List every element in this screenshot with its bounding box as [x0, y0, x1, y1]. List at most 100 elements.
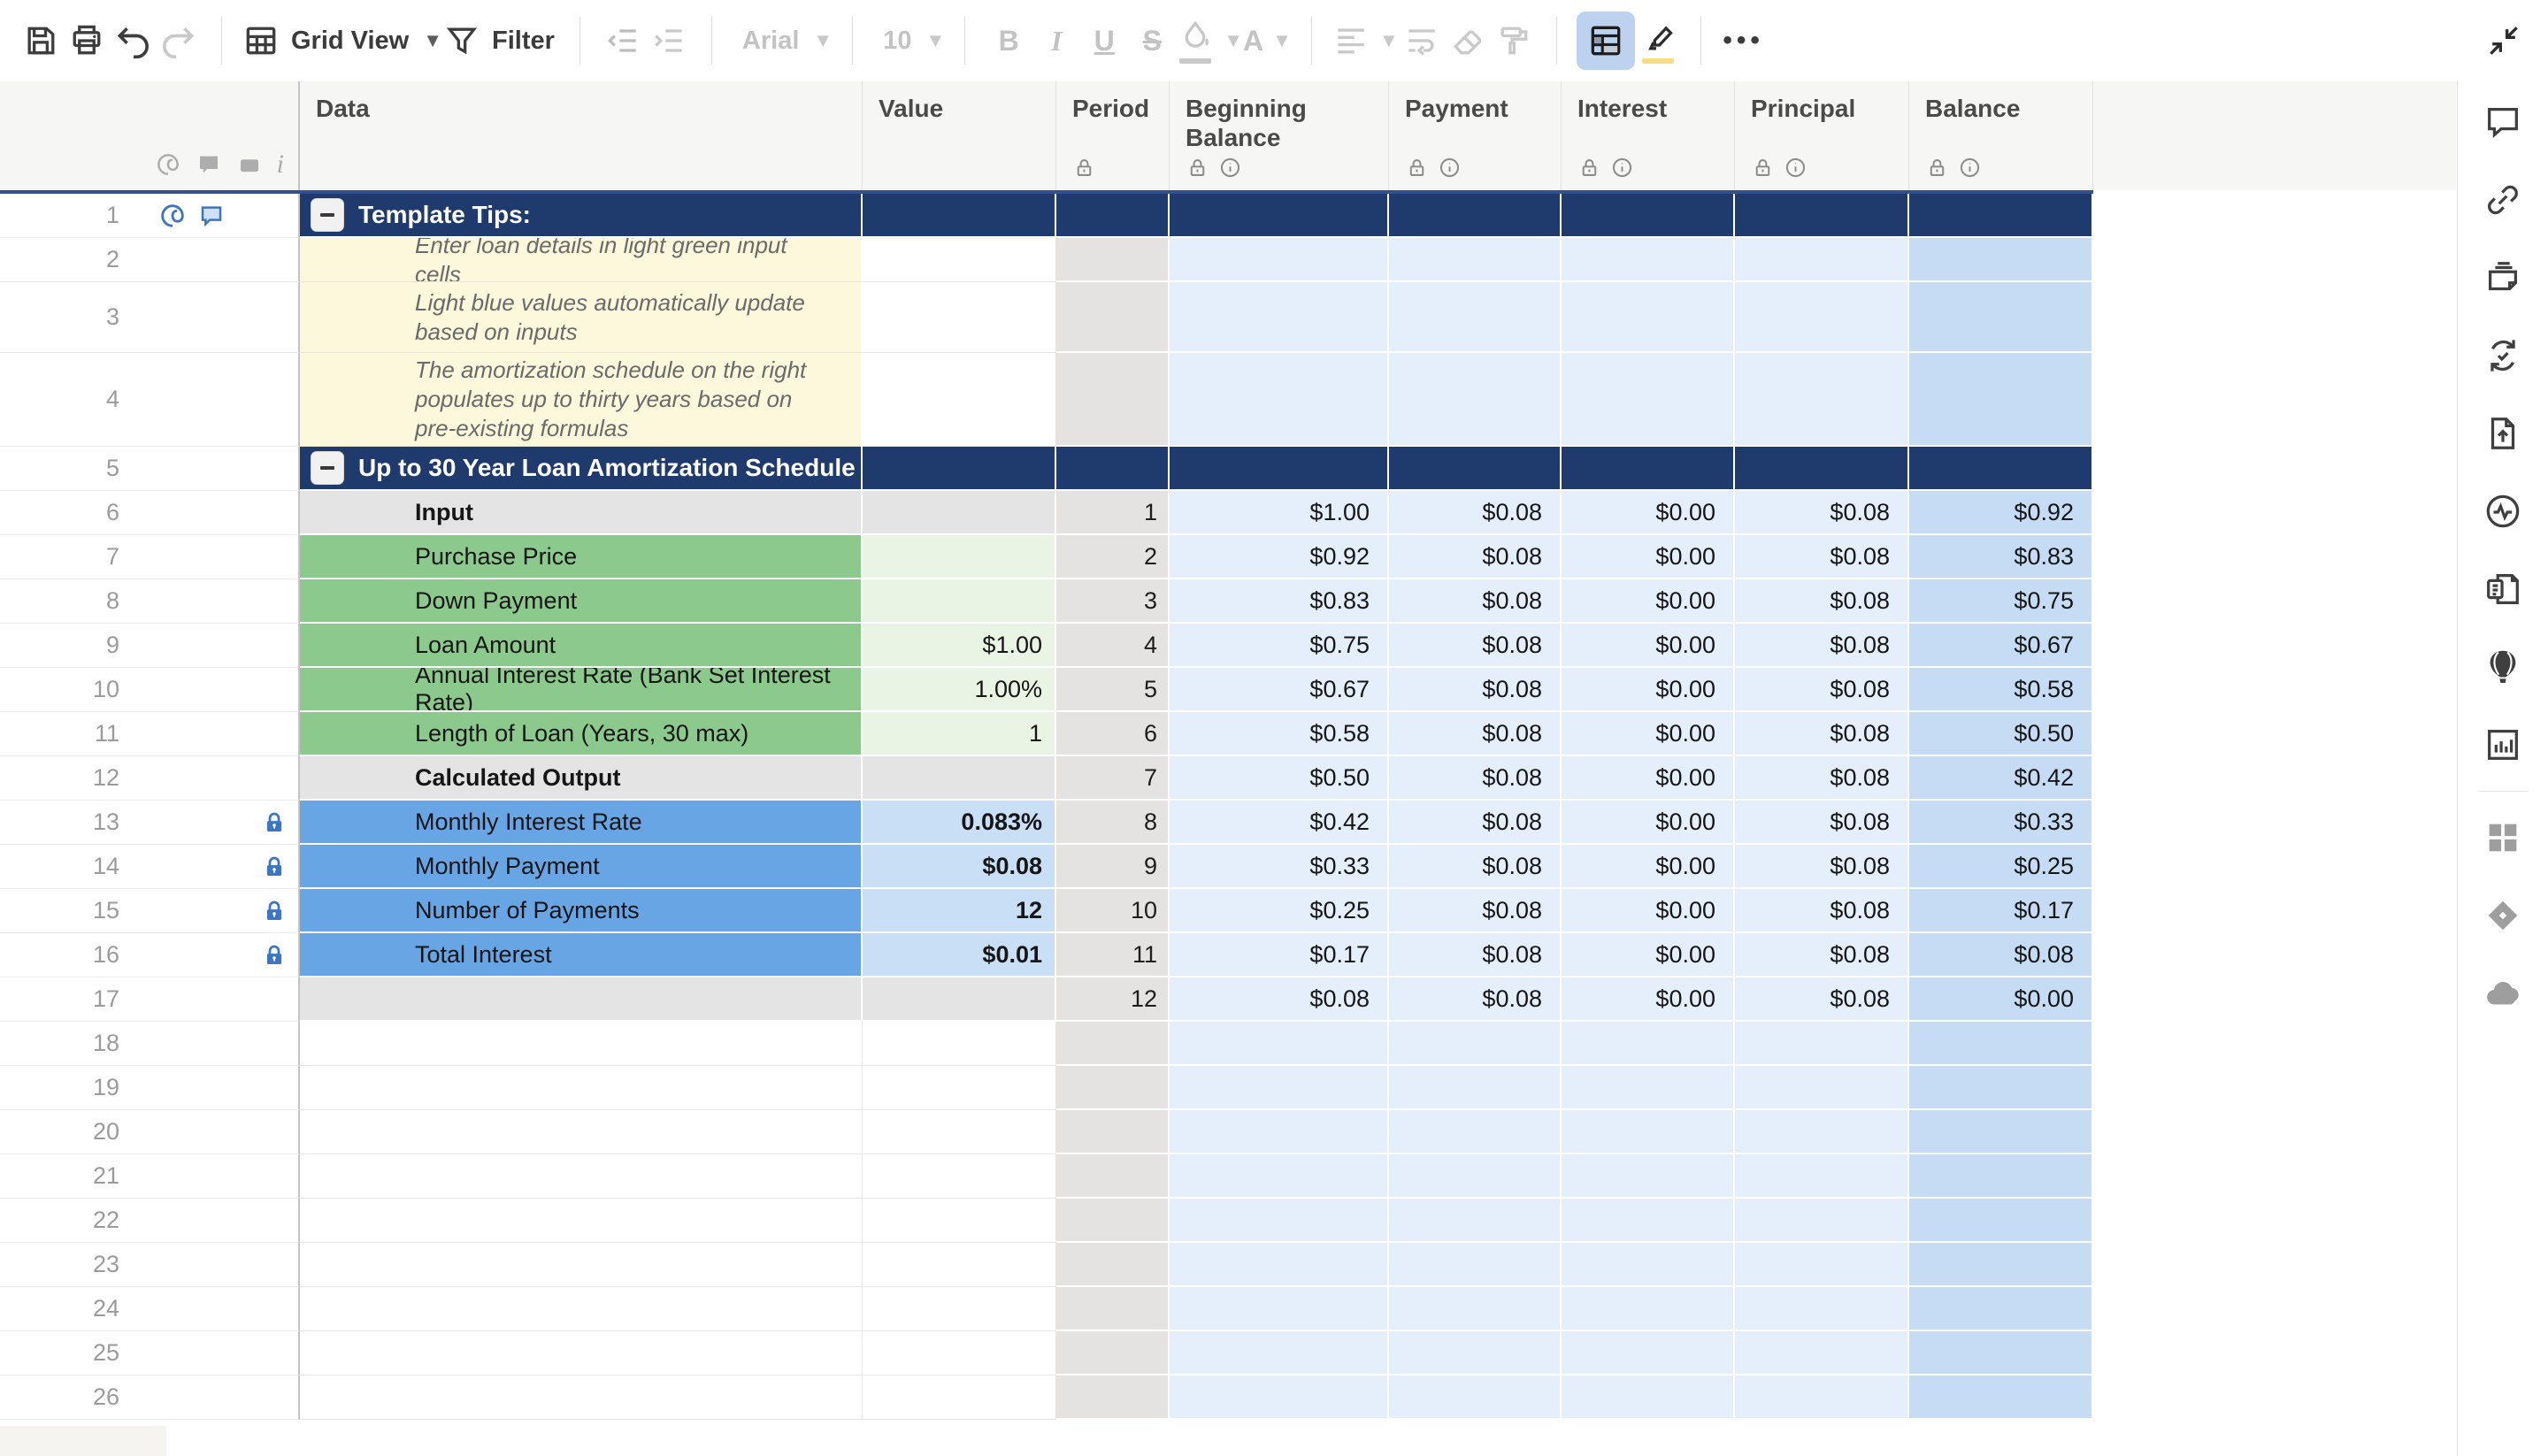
- cell-beginning-balance[interactable]: $0.92: [1170, 535, 1389, 579]
- cell-value[interactable]: [863, 1287, 1056, 1331]
- cell-interest[interactable]: [1562, 353, 1735, 447]
- sidebar-connector-diamond-button[interactable]: [2482, 894, 2524, 937]
- cell-interest[interactable]: [1562, 282, 1735, 353]
- filter-button[interactable]: Filter: [442, 12, 560, 69]
- column-header-period[interactable]: Period: [1056, 81, 1170, 190]
- cell-period[interactable]: 1: [1056, 491, 1170, 535]
- cell-period[interactable]: [1056, 1199, 1170, 1243]
- cell-payment[interactable]: [1389, 447, 1562, 491]
- collapse-section-button[interactable]: [311, 198, 344, 232]
- cell-value[interactable]: [863, 1331, 1056, 1376]
- cell-beginning-balance[interactable]: $0.08: [1170, 977, 1389, 1022]
- font-size-select[interactable]: 10 ▼: [872, 12, 945, 69]
- row-number-cell[interactable]: 3: [0, 282, 300, 353]
- cell-principal[interactable]: $0.08: [1735, 977, 1909, 1022]
- cell-interest[interactable]: $0.00: [1562, 491, 1735, 535]
- cell-balance[interactable]: $0.42: [1909, 756, 2093, 801]
- cell-value[interactable]: [863, 1199, 1056, 1243]
- cell-value[interactable]: [863, 1376, 1056, 1420]
- cell-interest[interactable]: [1562, 1066, 1735, 1110]
- row-number-cell[interactable]: 9: [0, 624, 300, 668]
- cell-beginning-balance[interactable]: [1170, 1022, 1389, 1066]
- cell-interest[interactable]: [1562, 1110, 1735, 1154]
- cell-principal[interactable]: $0.08: [1735, 668, 1909, 712]
- cell-data[interactable]: Length of Loan (Years, 30 max): [300, 712, 863, 756]
- cell-data[interactable]: [300, 977, 863, 1022]
- cell-payment[interactable]: $0.08: [1389, 712, 1562, 756]
- sidebar-balloon-button[interactable]: [2482, 646, 2524, 688]
- row-number-cell[interactable]: 8: [0, 579, 300, 624]
- cell-payment[interactable]: [1389, 1243, 1562, 1287]
- row-number-cell[interactable]: 11: [0, 712, 300, 756]
- column-header-data[interactable]: Data: [300, 81, 863, 190]
- cell-payment[interactable]: [1389, 282, 1562, 353]
- cell-principal[interactable]: $0.08: [1735, 889, 1909, 933]
- font-color-button[interactable]: A ▼: [1243, 12, 1292, 69]
- cell-data[interactable]: [300, 1376, 863, 1420]
- cell-value[interactable]: 1.00%: [863, 668, 1056, 712]
- cell-data[interactable]: Up to 30 Year Loan Amortization Schedule: [300, 447, 863, 491]
- cell-data[interactable]: [300, 1199, 863, 1243]
- cell-interest[interactable]: $0.00: [1562, 889, 1735, 933]
- cell-interest[interactable]: [1562, 194, 1735, 238]
- cell-value[interactable]: [863, 194, 1056, 238]
- collapse-section-button[interactable]: [311, 451, 344, 485]
- cell-beginning-balance[interactable]: $0.33: [1170, 845, 1389, 889]
- cell-period[interactable]: 10: [1056, 889, 1170, 933]
- cell-balance[interactable]: $0.58: [1909, 668, 2093, 712]
- sidebar-sheet-summary-button[interactable]: [2482, 568, 2524, 610]
- cell-value[interactable]: [863, 1066, 1056, 1110]
- cell-interest[interactable]: $0.00: [1562, 845, 1735, 889]
- cell-balance[interactable]: $0.92: [1909, 491, 2093, 535]
- cell-principal[interactable]: $0.08: [1735, 845, 1909, 889]
- cell-period[interactable]: [1056, 447, 1170, 491]
- cell-payment[interactable]: $0.08: [1389, 933, 1562, 977]
- cell-balance[interactable]: $0.50: [1909, 712, 2093, 756]
- cell-interest[interactable]: [1562, 1287, 1735, 1331]
- column-header-interest[interactable]: Interest: [1562, 81, 1735, 190]
- cell-value[interactable]: [863, 1022, 1056, 1066]
- cell-data[interactable]: Input: [300, 491, 863, 535]
- cell-period[interactable]: 4: [1056, 624, 1170, 668]
- cell-payment[interactable]: [1389, 1110, 1562, 1154]
- cell-period[interactable]: [1056, 353, 1170, 447]
- row-number-cell[interactable]: 25: [0, 1331, 300, 1376]
- row-number-cell[interactable]: 22: [0, 1199, 300, 1243]
- cell-period[interactable]: [1056, 1243, 1170, 1287]
- cell-payment[interactable]: [1389, 1376, 1562, 1420]
- cell-balance[interactable]: [1909, 282, 2093, 353]
- print-button[interactable]: [64, 12, 110, 69]
- cell-data[interactable]: [300, 1066, 863, 1110]
- cell-principal[interactable]: [1735, 1376, 1909, 1420]
- cell-data[interactable]: Down Payment: [300, 579, 863, 624]
- cell-beginning-balance[interactable]: [1170, 282, 1389, 353]
- cell-interest[interactable]: $0.00: [1562, 712, 1735, 756]
- cell-value[interactable]: [863, 579, 1056, 624]
- row-number-cell[interactable]: 4: [0, 353, 300, 447]
- bold-button[interactable]: B: [985, 12, 1032, 69]
- cell-data[interactable]: Number of Payments: [300, 889, 863, 933]
- strikethrough-button[interactable]: S: [1128, 12, 1176, 69]
- row-number-cell[interactable]: 1: [0, 194, 300, 238]
- cell-balance[interactable]: $0.08: [1909, 933, 2093, 977]
- cell-principal[interactable]: [1735, 1287, 1909, 1331]
- row-number-cell[interactable]: 2: [0, 238, 300, 282]
- sidebar-activity-button[interactable]: [2482, 490, 2524, 533]
- column-header-payment[interactable]: Payment: [1389, 81, 1562, 190]
- cell-interest[interactable]: $0.00: [1562, 624, 1735, 668]
- cell-beginning-balance[interactable]: [1170, 1154, 1389, 1199]
- cell-data[interactable]: [300, 1331, 863, 1376]
- cell-data[interactable]: Template Tips:: [300, 194, 863, 238]
- cell-value[interactable]: [863, 977, 1056, 1022]
- cell-balance[interactable]: [1909, 1243, 2093, 1287]
- cell-principal[interactable]: [1735, 1154, 1909, 1199]
- cell-payment[interactable]: $0.08: [1389, 668, 1562, 712]
- cell-balance[interactable]: [1909, 1331, 2093, 1376]
- cell-beginning-balance[interactable]: $0.83: [1170, 579, 1389, 624]
- row-number-cell[interactable]: 6: [0, 491, 300, 535]
- cell-payment[interactable]: [1389, 353, 1562, 447]
- sidebar-link-button[interactable]: [2482, 179, 2524, 221]
- cell-beginning-balance[interactable]: $0.75: [1170, 624, 1389, 668]
- cell-principal[interactable]: $0.08: [1735, 624, 1909, 668]
- row-number-cell[interactable]: 7: [0, 535, 300, 579]
